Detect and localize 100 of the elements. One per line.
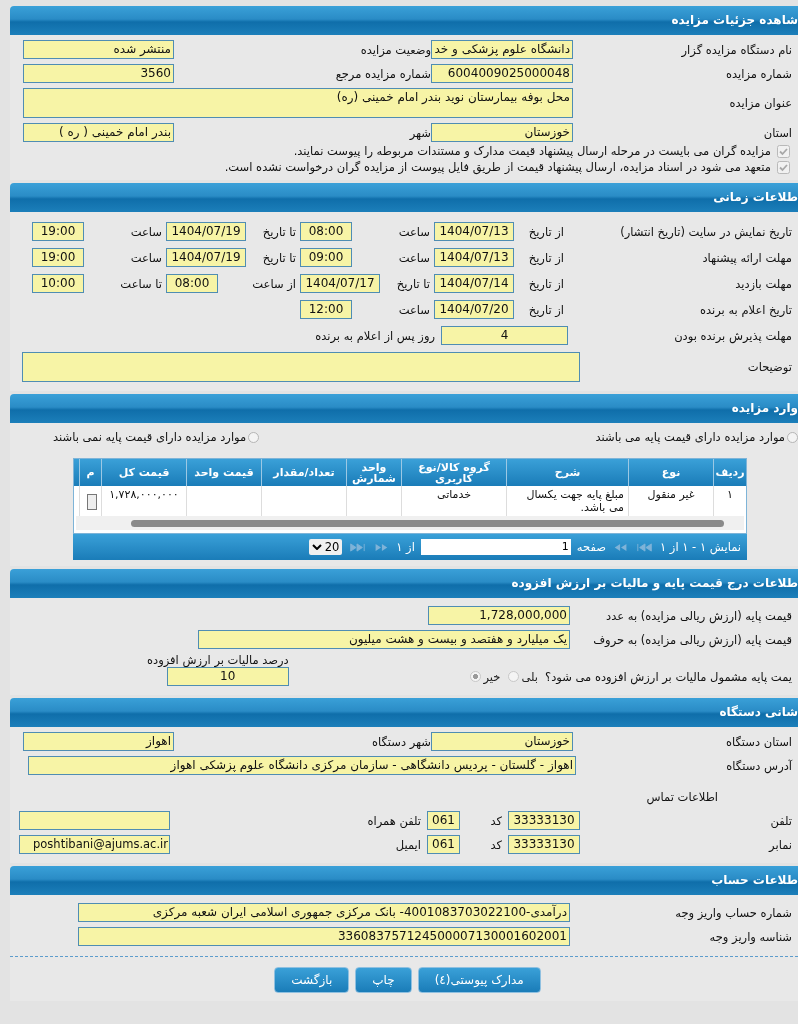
table-cell: ۱: [727, 488, 733, 501]
action-button[interactable]: چاپ: [355, 967, 412, 993]
text-field[interactable]: یک میلیارد و هفتصد و بیست و هشت میلیون: [198, 630, 570, 649]
text-field[interactable]: 336083757124500007130001602001: [78, 927, 570, 946]
column-header[interactable]: قیمت کل: [101, 459, 186, 486]
time-field[interactable]: 10:00: [32, 274, 84, 293]
field-label: از تاریخ: [528, 224, 565, 239]
time-field[interactable]: 19:00: [32, 248, 84, 267]
text-field[interactable]: اهواز: [23, 732, 174, 751]
table-cell: ۱,۷۲۸,۰۰۰,۰۰۰: [109, 488, 179, 501]
date-field[interactable]: 1404/07/17: [300, 274, 380, 293]
radio-label: موارد مزایده دارای قیمت پایه می باشند: [595, 430, 785, 444]
field-label: نام دستگاه مزایده گزار: [680, 42, 793, 57]
field-label: کد: [489, 813, 503, 828]
field-label: یمت پایه مشمول مالیات بر ارزش افزوده می شود؟: [544, 669, 793, 684]
field-label: از تاریخ: [528, 302, 565, 317]
section-header: طلاعات درج قیمت پایه و مالیات بر ارزش افزوده: [10, 569, 798, 598]
radio-label: بلی: [521, 669, 538, 684]
section-header: طلاعات زمانی: [10, 183, 798, 212]
field-label: تاریخ اعلام به برنده: [698, 302, 793, 317]
text-field[interactable]: خوزستان: [431, 123, 573, 142]
area-code-field[interactable]: 061: [427, 811, 460, 830]
table-cell: مبلغ پایه جهت یکسال می باشد.: [526, 488, 624, 514]
text-field[interactable]: بندر امام خمینی ( ره ): [23, 123, 174, 142]
field-label: شماره مزایده مرجع: [334, 66, 431, 81]
field-label: مهلت بازدید: [734, 276, 793, 291]
action-button[interactable]: بازگشت: [274, 967, 350, 993]
section-header: طلاعات حساب: [10, 866, 798, 895]
column-header[interactable]: نوع: [628, 459, 713, 486]
date-field[interactable]: 1404/07/19: [166, 248, 246, 267]
time-field[interactable]: 09:00: [300, 248, 352, 267]
field-label: قیمت پایه (ارزش ریالی مزایده) به حروف: [592, 632, 793, 647]
page-size-select[interactable]: 20: [308, 539, 343, 555]
number-field[interactable]: 4: [441, 326, 568, 345]
field-label: شناسه واریز وجه: [708, 929, 793, 944]
field-label: تاریخ نمایش در سایت (تاریخ انتشار): [619, 224, 793, 239]
date-field[interactable]: 1404/07/13: [434, 248, 514, 267]
field-label: توضیحات: [746, 360, 793, 374]
section-header: وارد مزایده: [10, 394, 798, 423]
checkbox-label: مزایده گران می بایست در مرحله ارسال پیشنهاد قیمت مدارک و مستندات مربوطه را پیوست نمایند.: [293, 144, 771, 158]
text-field[interactable]: poshtibani@ajums.ac.ir: [19, 835, 170, 854]
text-field[interactable]: منتشر شده: [23, 40, 174, 59]
field-label: استان دستگاه: [725, 734, 793, 749]
time-field[interactable]: 12:00: [300, 300, 352, 319]
field-label: مهلت ارائه پیشنهاد: [701, 250, 793, 265]
column-header[interactable]: قیمت واحد: [186, 459, 261, 486]
field-label: تا تاریخ: [262, 250, 297, 265]
area-code-field[interactable]: 061: [427, 835, 460, 854]
text-field[interactable]: 6004009025000048: [431, 64, 573, 83]
field-label: ساعت: [130, 224, 163, 239]
field-label: عنوان مزایده: [728, 96, 793, 110]
field-label: از تاریخ: [528, 276, 565, 291]
table-cell: غیر منقول: [647, 488, 695, 501]
field-label: ساعت: [398, 224, 431, 239]
date-field[interactable]: 1404/07/13: [434, 222, 514, 241]
column-header[interactable]: گروه کالا/نوع کاربری: [401, 459, 506, 486]
field-label: ایمیل: [394, 837, 422, 852]
phone-field[interactable]: 33333130: [508, 835, 580, 854]
column-header[interactable]: م: [79, 459, 101, 486]
radio-label: خیر: [483, 669, 501, 684]
field-label: درصد مالیات بر ارزش افزوده: [147, 653, 289, 667]
field-label: ساعت: [130, 250, 163, 265]
column-header[interactable]: واحد شمارش: [346, 459, 401, 486]
text-field[interactable]: خوزستان: [431, 732, 573, 751]
radio-label: موارد مزایده دارای قیمت پایه نمی باشند: [53, 430, 247, 444]
field-label: شهر دستگاه: [370, 734, 431, 749]
page-label: صفحه: [576, 540, 607, 554]
checkbox-label: متعهد می شود در اسناد مزایده، ارسال پیشنهاد قیمت از طریق فایل پیوست از مزایده گران درخواست نشده است.: [224, 160, 771, 174]
text-field[interactable]: محل بوفه بیمارستان نوید بندر امام خمینی (ره): [23, 88, 573, 118]
section-header: شاهده جزئیات مزایده: [10, 6, 798, 35]
text-field[interactable]: 1,728,000,000: [428, 606, 570, 625]
text-field[interactable]: اهواز - گلستان - پردیس دانشگاهی - سازمان مرکزی دانشگاه علوم پزشکی اهواز: [28, 756, 576, 775]
column-header[interactable]: تعداد/مقدار: [261, 459, 346, 486]
text-field[interactable]: 3560: [23, 64, 174, 83]
action-button[interactable]: مدارک پیوستی(٤): [417, 967, 541, 993]
field-label: قیمت پایه (ارزش ریالی مزایده) به عدد: [605, 608, 793, 623]
date-field[interactable]: 1404/07/19: [166, 222, 246, 241]
section-subtitle: اطلاعات تماس: [645, 789, 719, 806]
time-field[interactable]: 08:00: [166, 274, 218, 293]
phone-field[interactable]: 33333130: [508, 811, 580, 830]
field-label: تلفن همراه: [366, 813, 422, 828]
field-label: شماره مزایده: [725, 66, 793, 81]
column-header[interactable]: شرح: [506, 459, 628, 486]
page-input[interactable]: 1: [420, 539, 571, 555]
field-label: شماره حساب واریز وجه: [674, 905, 793, 920]
time-field[interactable]: 08:00: [300, 222, 352, 241]
date-field[interactable]: 1404/07/20: [434, 300, 514, 319]
page-count: از ۱: [396, 540, 415, 554]
field-label: تا ساعت: [120, 276, 163, 291]
field-label: کد: [489, 837, 503, 852]
field-label: مهلت پذیرش برنده بودن: [673, 328, 793, 343]
text-field[interactable]: درآمدی-4001083703022100- بانک مرکزی جمهوری اسلامی ایران شعبه مرکزی: [78, 903, 570, 922]
field-label: روز پس از اعلام به برنده: [315, 328, 436, 343]
column-header[interactable]: ردیف: [713, 459, 746, 486]
time-field[interactable]: 19:00: [32, 222, 84, 241]
text-field[interactable]: دانشگاه علوم پزشکی و خد: [431, 40, 573, 59]
field-label: ساعت: [398, 250, 431, 265]
number-field[interactable]: 10: [166, 667, 289, 686]
field-label: وضعیت مزایده: [359, 42, 431, 57]
date-field[interactable]: 1404/07/14: [434, 274, 514, 293]
